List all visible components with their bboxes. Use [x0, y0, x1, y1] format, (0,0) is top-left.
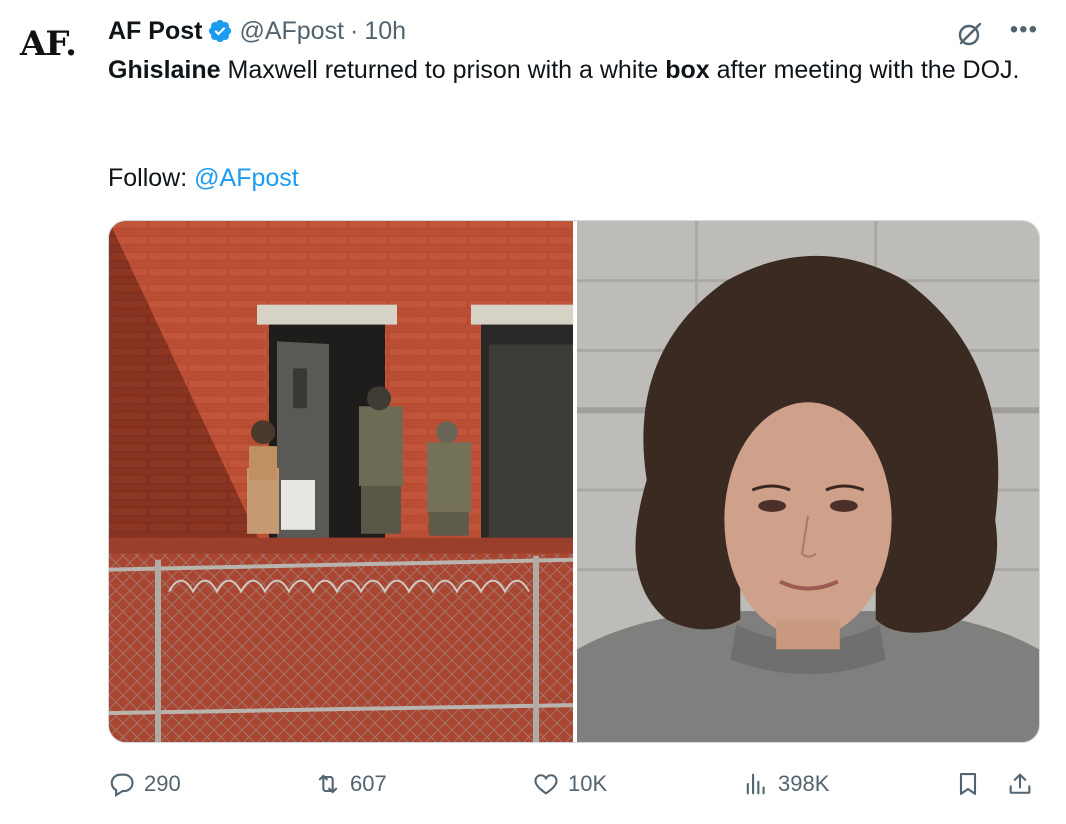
- prison-photo: [109, 221, 573, 742]
- action-bar: 290 607 10K 398K: [108, 764, 1040, 804]
- separator: ·: [350, 16, 359, 45]
- heart-icon: [534, 774, 558, 795]
- tweet-header: AF Post @AFpost · 10h: [108, 14, 406, 48]
- media-image-prison[interactable]: [109, 221, 573, 742]
- views-button[interactable]: 398K: [742, 764, 829, 804]
- reply-button[interactable]: 290: [108, 764, 181, 804]
- tweet-text-segment: Ghislaine: [108, 56, 221, 84]
- follow-label: Follow:: [108, 164, 195, 192]
- author-handle[interactable]: @AFpost: [239, 17, 344, 46]
- bookmark-icon: [959, 773, 977, 795]
- tweet-text: Ghislaine Maxwell returned to prison wit…: [108, 52, 1028, 88]
- grok-icon[interactable]: [954, 18, 986, 50]
- bookmark-button[interactable]: [954, 764, 982, 804]
- avatar-text: AF.: [20, 24, 77, 64]
- author-name[interactable]: AF Post: [108, 17, 202, 46]
- like-button[interactable]: 10K: [532, 764, 607, 804]
- repost-icon: [318, 774, 338, 794]
- follow-mention-link[interactable]: @AFpost: [194, 164, 299, 192]
- avatar[interactable]: AF.: [20, 24, 86, 74]
- top-icons: •••: [954, 18, 1038, 50]
- portrait-photo: [577, 221, 1039, 742]
- reply-icon: [110, 773, 134, 797]
- repost-button[interactable]: 607: [314, 764, 387, 804]
- media-image-portrait[interactable]: [577, 221, 1039, 742]
- follow-line: Follow: @AFpost: [108, 160, 299, 196]
- share-button[interactable]: [1006, 764, 1034, 804]
- views-bar-chart-icon: [746, 773, 765, 795]
- media-grid: [108, 220, 1040, 743]
- more-icon[interactable]: •••: [1010, 18, 1038, 42]
- share-icon: [1009, 773, 1031, 794]
- like-count: 10K: [568, 771, 608, 796]
- repost-count: 607: [350, 771, 387, 796]
- tweet-text-segment: Maxwell returned to prison with a white: [220, 56, 666, 84]
- verified-badge-icon[interactable]: [207, 18, 233, 44]
- tweet-text-segment: box: [665, 56, 710, 84]
- tweet-text-segment: after meeting with the DOJ.: [709, 56, 1020, 84]
- timestamp[interactable]: 10h: [364, 17, 406, 46]
- reply-count: 290: [144, 771, 181, 796]
- views-count: 398K: [778, 771, 830, 796]
